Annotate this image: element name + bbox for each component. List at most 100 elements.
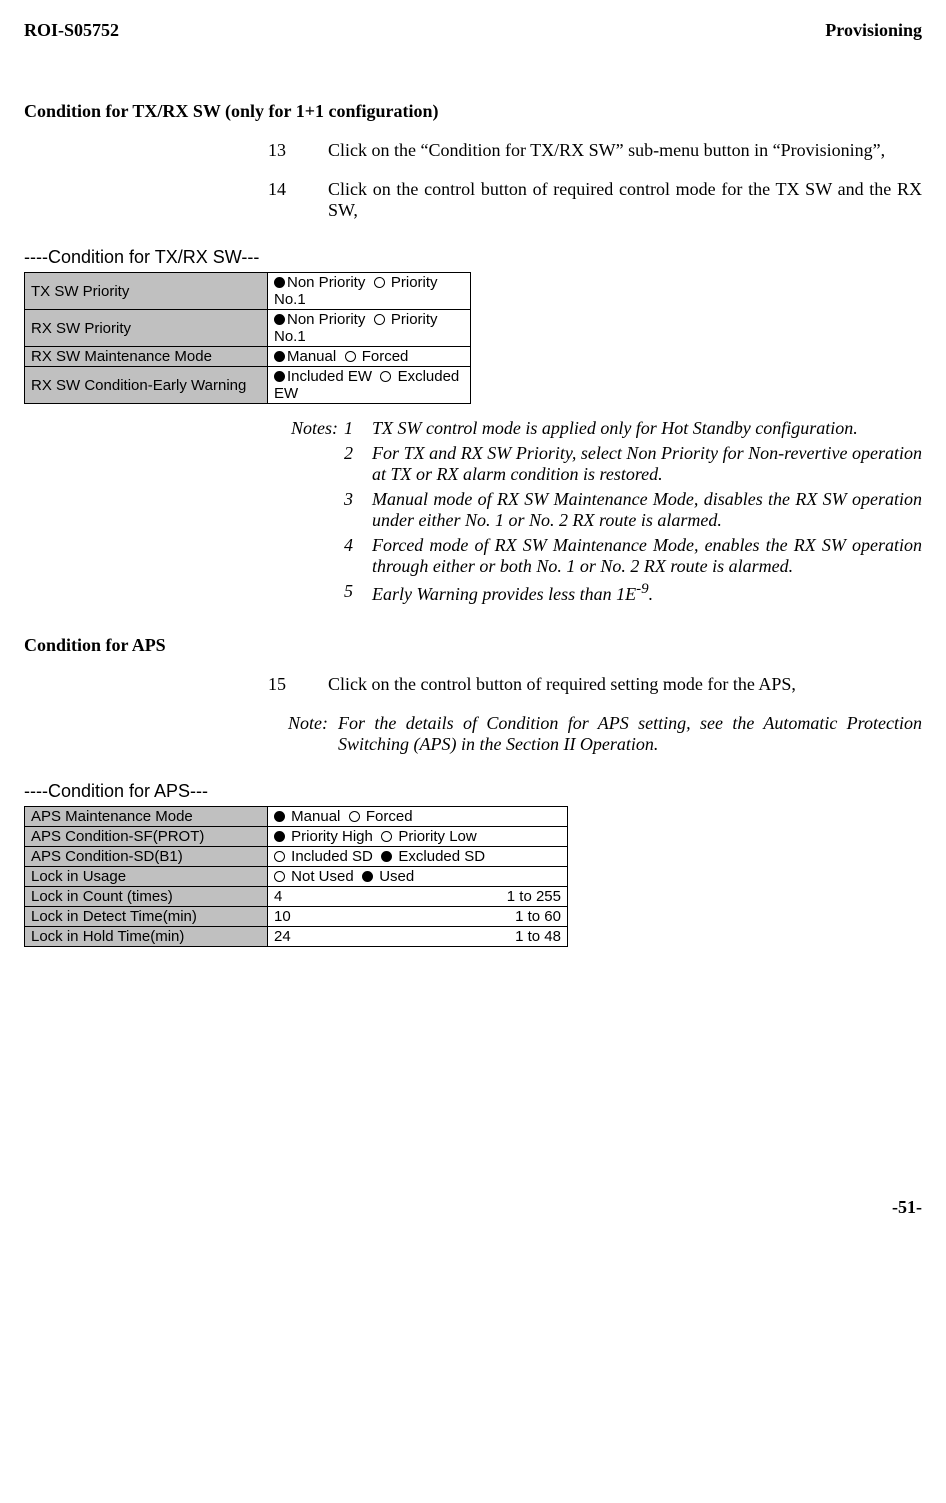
row-range: 1 to 48 — [470, 927, 568, 947]
row-label: Lock in Detect Time(min) — [25, 907, 268, 927]
row-label: Lock in Count (times) — [25, 887, 268, 907]
row-value: Included EW Excluded EW — [268, 367, 471, 404]
section-title-txrx: Condition for TX/RX SW (only for 1+1 con… — [24, 101, 922, 122]
note-num: 5 — [344, 581, 372, 605]
row-value: 10 — [268, 907, 471, 927]
step-text: Click on the control button of required … — [328, 179, 922, 221]
radio-empty-icon[interactable] — [274, 871, 285, 882]
table-row: TX SW Priority Non Priority Priority No.… — [25, 273, 471, 310]
step-13: 13 Click on the “Condition for TX/RX SW”… — [268, 140, 922, 161]
row-value: 4 — [268, 887, 471, 907]
radio-filled-icon[interactable] — [274, 831, 285, 842]
step-number: 14 — [268, 179, 328, 221]
option-label: Included SD — [291, 848, 373, 865]
option-label: Priority Low — [398, 828, 476, 845]
radio-filled-icon[interactable] — [381, 851, 392, 862]
row-value: Included SD Excluded SD — [268, 847, 568, 867]
row-value: Not Used Used — [268, 867, 568, 887]
option-label: Non Priority — [287, 311, 365, 328]
note-label: Note: — [268, 713, 338, 755]
radio-filled-icon[interactable] — [274, 351, 285, 362]
table-row: Lock in Detect Time(min) 10 1 to 60 — [25, 907, 568, 927]
radio-empty-icon[interactable] — [349, 811, 360, 822]
radio-empty-icon[interactable] — [274, 851, 285, 862]
row-label: RX SW Condition-Early Warning — [25, 367, 268, 404]
row-label: Lock in Hold Time(min) — [25, 927, 268, 947]
notes-label: Notes: — [268, 418, 344, 439]
page-number: -51- — [24, 1197, 922, 1218]
note-row: Note: For the details of Condition for A… — [268, 713, 922, 755]
radio-filled-icon[interactable] — [274, 371, 285, 382]
note-row: Notes: 1 TX SW control mode is applied o… — [268, 418, 922, 439]
radio-empty-icon[interactable] — [381, 831, 392, 842]
radio-empty-icon[interactable] — [380, 371, 391, 382]
table-row: RX SW Maintenance Mode Manual Forced — [25, 347, 471, 367]
row-value: Priority High Priority Low — [268, 827, 568, 847]
section-title-aps: Condition for APS — [24, 635, 922, 656]
row-label: Lock in Usage — [25, 867, 268, 887]
row-label: APS Condition-SF(PROT) — [25, 827, 268, 847]
row-value: 24 — [268, 927, 471, 947]
option-label: Manual — [291, 808, 340, 825]
option-label: Forced — [366, 808, 413, 825]
panel-title-txrx: ----Condition for TX/RX SW--- — [24, 247, 922, 268]
note-num: 2 — [344, 443, 372, 485]
note-num: 1 — [344, 418, 372, 439]
note-text: For TX and RX SW Priority, select Non Pr… — [372, 443, 922, 485]
note-row: 5 Early Warning provides less than 1E-9. — [268, 581, 922, 605]
radio-filled-icon[interactable] — [274, 314, 285, 325]
table-row: APS Condition-SF(PROT) Priority High Pri… — [25, 827, 568, 847]
table-row: RX SW Condition-Early Warning Included E… — [25, 367, 471, 404]
option-label: Used — [379, 868, 414, 885]
note-row: 4 Forced mode of RX SW Maintenance Mode,… — [268, 535, 922, 577]
note-num: 4 — [344, 535, 372, 577]
table-row: Lock in Hold Time(min) 24 1 to 48 — [25, 927, 568, 947]
aps-table: APS Maintenance Mode Manual Forced APS C… — [24, 806, 568, 947]
step-text: Click on the control button of required … — [328, 674, 922, 695]
note-row: 2 For TX and RX SW Priority, select Non … — [268, 443, 922, 485]
step-number: 15 — [268, 674, 328, 695]
note-text: For the details of Condition for APS set… — [338, 713, 922, 755]
row-label: TX SW Priority — [25, 273, 268, 310]
radio-empty-icon[interactable] — [374, 277, 385, 288]
note-text: Forced mode of RX SW Maintenance Mode, e… — [372, 535, 922, 577]
option-label: Excluded SD — [398, 848, 485, 865]
option-label: Included EW — [287, 368, 372, 385]
table-row: APS Condition-SD(B1) Included SD Exclude… — [25, 847, 568, 867]
step-text: Click on the “Condition for TX/RX SW” su… — [328, 140, 922, 161]
header-right: Provisioning — [825, 20, 922, 41]
step-15: 15 Click on the control button of requir… — [268, 674, 922, 695]
radio-empty-icon[interactable] — [374, 314, 385, 325]
radio-filled-icon[interactable] — [274, 277, 285, 288]
note-num: 3 — [344, 489, 372, 531]
row-range: 1 to 60 — [470, 907, 568, 927]
radio-empty-icon[interactable] — [345, 351, 356, 362]
option-label: Priority High — [291, 828, 373, 845]
option-label: Manual — [287, 348, 336, 365]
table-row: Lock in Usage Not Used Used — [25, 867, 568, 887]
row-value: Manual Forced — [268, 347, 471, 367]
page-header: ROI-S05752 Provisioning — [24, 20, 922, 41]
header-left: ROI-S05752 — [24, 20, 119, 41]
notes-block: Notes: 1 TX SW control mode is applied o… — [268, 418, 922, 605]
note-text: Manual mode of RX SW Maintenance Mode, d… — [372, 489, 922, 531]
note-text: TX SW control mode is applied only for H… — [372, 418, 922, 439]
radio-filled-icon[interactable] — [362, 871, 373, 882]
row-value: Non Priority Priority No.1 — [268, 273, 471, 310]
panel-title-aps: ----Condition for APS--- — [24, 781, 922, 802]
row-label: RX SW Priority — [25, 310, 268, 347]
note-row: 3 Manual mode of RX SW Maintenance Mode,… — [268, 489, 922, 531]
option-label: Forced — [362, 348, 409, 365]
option-label: Not Used — [291, 868, 354, 885]
table-row: RX SW Priority Non Priority Priority No.… — [25, 310, 471, 347]
table-row: APS Maintenance Mode Manual Forced — [25, 807, 568, 827]
row-value: Manual Forced — [268, 807, 568, 827]
table-row: Lock in Count (times) 4 1 to 255 — [25, 887, 568, 907]
row-label: APS Condition-SD(B1) — [25, 847, 268, 867]
row-range: 1 to 255 — [470, 887, 568, 907]
txrx-table: TX SW Priority Non Priority Priority No.… — [24, 272, 471, 404]
row-value: Non Priority Priority No.1 — [268, 310, 471, 347]
option-label: Non Priority — [287, 274, 365, 291]
step-number: 13 — [268, 140, 328, 161]
radio-filled-icon[interactable] — [274, 811, 285, 822]
